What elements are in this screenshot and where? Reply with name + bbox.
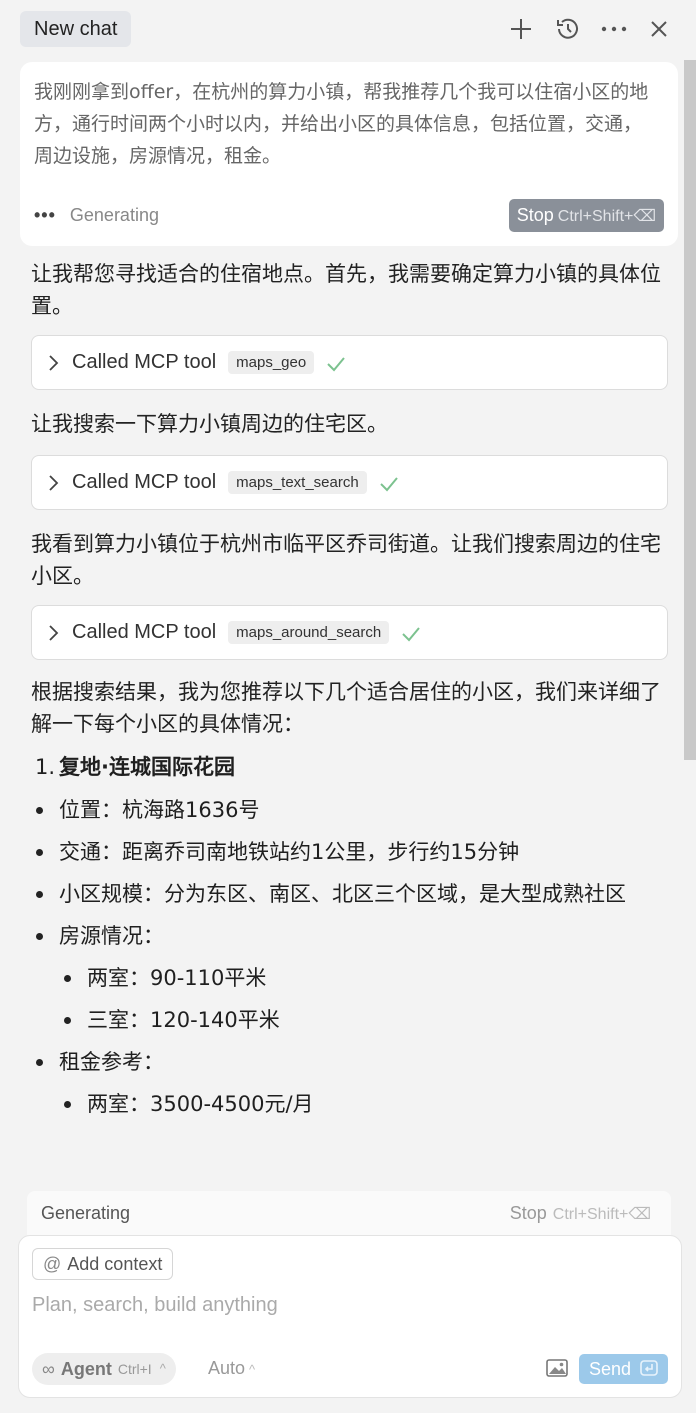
tool-name-tag: maps_around_search — [228, 621, 390, 644]
chevron-up-icon: ^ — [249, 1362, 256, 1377]
add-context-button[interactable]: @ Add context — [32, 1248, 174, 1280]
tool-call-label: Called MCP tool — [72, 471, 217, 493]
tool-call-maps-around-search[interactable]: Called MCP tool maps_around_search — [31, 605, 668, 660]
list-item: 位置：杭海路1636号 — [31, 794, 668, 826]
check-icon — [401, 625, 421, 641]
more-icon[interactable] — [599, 14, 629, 44]
chevron-right-icon — [48, 624, 60, 642]
chevron-up-icon: ^ — [159, 1361, 166, 1376]
tool-call-maps-geo[interactable]: Called MCP tool maps_geo — [31, 335, 668, 390]
composer: @ Add context Plan, search, build anythin… — [18, 1235, 682, 1398]
stop-label: Stop — [516, 205, 554, 225]
generating-label: Generating — [69, 204, 159, 225]
model-selector[interactable]: Auto ^ — [208, 1358, 255, 1379]
list-item: 交通：距离乔司南地铁站约1公里，步行约15分钟 — [31, 836, 668, 868]
loading-dots-icon: ••• — [34, 204, 56, 225]
agent-label: Agent — [60, 1359, 112, 1379]
generating-bar: Generating Stop Ctrl+Shift+⌫ — [27, 1191, 671, 1235]
infinity-icon: ∞ — [42, 1359, 55, 1379]
tab-new-chat[interactable]: New chat — [20, 11, 132, 47]
list-item: 两室：3500-4500元/月 — [31, 1088, 668, 1120]
at-icon: @ — [43, 1254, 62, 1274]
tool-call-maps-text-search[interactable]: Called MCP tool maps_text_search — [31, 455, 668, 510]
history-icon[interactable] — [553, 14, 583, 44]
list-item: 三室：120-140平米 — [31, 1004, 668, 1036]
check-icon — [379, 475, 399, 491]
list-item: 租金参考： — [31, 1046, 668, 1078]
plus-icon[interactable] — [506, 14, 536, 44]
tool-name-tag: maps_text_search — [228, 471, 367, 494]
stop-shortcut: Ctrl+Shift+⌫ — [552, 1206, 651, 1223]
generating-label: Generating — [41, 1203, 131, 1223]
response-paragraph: 让我帮您寻找适合的住宿地点。首先，我需要确定算力小镇的具体位置。 — [31, 262, 661, 318]
numbered-item: 1. 复地·连城国际花园 — [31, 751, 668, 783]
list-item: 小区规模：分为东区、南区、北区三个区域，是大型成熟社区 — [31, 878, 668, 910]
agent-shortcut: Ctrl+I — [117, 1361, 152, 1377]
enter-icon — [640, 1355, 658, 1385]
send-button[interactable]: Send — [578, 1354, 668, 1385]
stop-shortcut: Ctrl+Shift+⌫ — [557, 208, 656, 225]
assistant-response: 让我帮您寻找适合的住宿地点。首先，我需要确定算力小镇的具体位置。 Called … — [31, 258, 668, 1120]
check-icon — [326, 355, 346, 371]
chevron-right-icon — [48, 354, 60, 372]
agent-mode-selector[interactable]: ∞ Agent Ctrl+I ^ — [32, 1353, 176, 1385]
tool-call-label: Called MCP tool — [72, 351, 217, 373]
tool-call-label: Called MCP tool — [72, 621, 217, 643]
generating-status: ••• Generating — [34, 202, 159, 228]
chat-header: New chat — [0, 0, 696, 58]
stop-button[interactable]: Stop Ctrl+Shift+⌫ — [508, 199, 664, 232]
response-paragraph: 我看到算力小镇位于杭州市临平区乔司街道。让我们搜索周边的住宅小区。 — [31, 532, 661, 588]
user-message-card[interactable]: 我刚刚拿到offer，在杭州的算力小镇，帮我推荐几个我可以住宿小区的地方，通行时… — [20, 62, 678, 246]
list-item: 两室：90-110平米 — [31, 962, 668, 994]
item-number: 1. — [35, 755, 56, 779]
model-label: Auto — [208, 1358, 246, 1378]
scrollbar[interactable] — [684, 60, 696, 760]
stop-button[interactable]: Stop Ctrl+Shift+⌫ — [510, 1203, 651, 1224]
add-context-label: Add context — [67, 1254, 163, 1274]
prompt-input[interactable]: Plan, search, build anything — [32, 1294, 278, 1317]
tool-name-tag: maps_geo — [228, 351, 315, 374]
response-paragraph: 让我搜索一下算力小镇周边的住宅区。 — [31, 412, 388, 436]
user-message-text: 我刚刚拿到offer，在杭州的算力小镇，帮我推荐几个我可以住宿小区的地方，通行时… — [34, 81, 649, 167]
stop-label: Stop — [509, 1203, 547, 1223]
image-icon[interactable] — [546, 1358, 568, 1378]
send-label: Send — [588, 1359, 631, 1379]
chevron-right-icon — [48, 474, 60, 492]
item-title: 复地·连城国际花园 — [59, 755, 235, 779]
close-icon[interactable] — [644, 14, 674, 44]
list-item: 房源情况： — [31, 920, 668, 952]
response-paragraph: 根据搜索结果，我为您推荐以下几个适合居住的小区，我们来详细了解一下每个小区的具体… — [31, 680, 661, 736]
